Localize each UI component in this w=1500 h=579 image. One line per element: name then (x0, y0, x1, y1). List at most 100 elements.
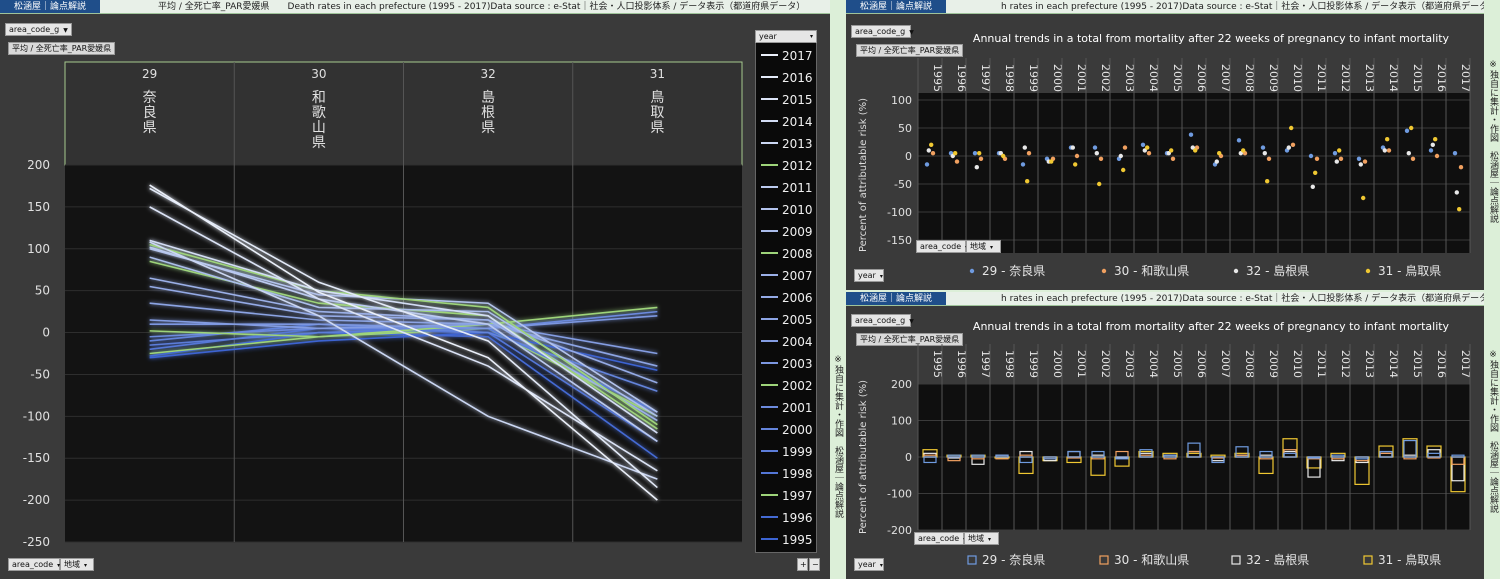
data-point[interactable] (1457, 207, 1462, 212)
data-point[interactable] (953, 151, 958, 156)
zoom-in-button[interactable]: + (797, 558, 808, 571)
legend-item[interactable]: 2012 (782, 159, 813, 173)
data-point[interactable] (1073, 162, 1078, 167)
data-point[interactable] (1140, 142, 1146, 147)
data-point[interactable] (1074, 153, 1080, 159)
legend-item[interactable]: 2000 (782, 423, 813, 437)
data-point[interactable] (1406, 151, 1411, 156)
data-point[interactable] (1145, 145, 1150, 150)
data-point[interactable] (1122, 145, 1128, 150)
legend-item[interactable]: 1995 (782, 533, 813, 547)
data-point[interactable] (1188, 132, 1194, 137)
legend-item[interactable]: 1996 (782, 511, 813, 525)
data-point[interactable] (1236, 138, 1242, 143)
data-point[interactable] (1410, 156, 1416, 161)
legend-item[interactable]: 2009 (782, 225, 813, 239)
legend-item[interactable]: 29 - 奈良県 (982, 263, 1045, 278)
legend-item[interactable]: 2005 (782, 313, 813, 327)
legend-item[interactable]: 2001 (782, 401, 813, 415)
data-point[interactable] (978, 156, 984, 161)
legend-item[interactable]: 29 - 奈良県 (982, 552, 1045, 567)
data-point[interactable] (1121, 167, 1126, 173)
legend-item[interactable]: 2016 (782, 71, 813, 85)
data-point[interactable] (1454, 190, 1459, 195)
data-point[interactable] (1170, 156, 1176, 161)
data-point[interactable] (1262, 151, 1267, 156)
data-point[interactable] (1386, 148, 1392, 153)
legend-item[interactable]: 32 - 島根県 (1246, 552, 1309, 567)
legend-item[interactable]: 2010 (782, 203, 813, 217)
data-point[interactable] (1241, 148, 1246, 153)
data-point[interactable] (1286, 145, 1291, 150)
legend-item[interactable]: 2002 (782, 379, 813, 393)
data-point[interactable] (1001, 153, 1006, 159)
year-dropdown[interactable]: year ▾ (854, 558, 884, 571)
data-point[interactable] (1070, 145, 1075, 150)
data-point[interactable] (1193, 148, 1198, 153)
data-point[interactable] (1385, 137, 1390, 142)
data-point[interactable] (1266, 156, 1272, 161)
data-point[interactable] (972, 151, 978, 156)
data-point[interactable] (929, 142, 934, 147)
data-point[interactable] (1020, 162, 1026, 167)
data-point[interactable] (1290, 142, 1296, 147)
data-point[interactable] (1169, 148, 1174, 153)
data-point[interactable] (1404, 128, 1410, 133)
region-dropdown[interactable]: 地域 ▾ (60, 558, 94, 571)
legend-item[interactable]: 1998 (782, 467, 813, 481)
data-point[interactable] (977, 151, 982, 156)
data-point[interactable] (1428, 148, 1434, 153)
data-point[interactable] (1025, 179, 1030, 184)
year-legend-dropdown[interactable]: year ▾ (755, 30, 817, 43)
legend-item[interactable]: 2003 (782, 357, 813, 371)
data-point[interactable] (1356, 156, 1362, 161)
data-point[interactable] (1146, 151, 1152, 156)
data-point[interactable] (1265, 179, 1270, 184)
data-point[interactable] (1214, 159, 1219, 164)
data-point[interactable] (1314, 156, 1320, 161)
legend-item[interactable]: 31 - 鳥取県 (1378, 552, 1441, 567)
legend-item[interactable]: 2007 (782, 269, 813, 283)
legend-item[interactable]: 2008 (782, 247, 813, 261)
data-point[interactable] (930, 151, 936, 156)
area-code-dropdown[interactable]: area_code▾ (916, 240, 968, 253)
data-point[interactable] (1382, 148, 1387, 153)
legend-item[interactable]: 30 - 和歌山県 (1114, 263, 1189, 278)
legend-item[interactable]: 2017 (782, 49, 813, 63)
data-point[interactable] (1313, 170, 1318, 175)
bar[interactable] (1307, 456, 1321, 459)
data-point[interactable] (954, 159, 960, 164)
data-point[interactable] (1289, 125, 1294, 131)
year-dropdown[interactable]: year ▾ (854, 269, 884, 282)
data-point[interactable] (1452, 151, 1458, 156)
legend-item[interactable]: 2004 (782, 335, 813, 349)
legend-item[interactable]: 2006 (782, 291, 813, 305)
data-point[interactable] (1338, 156, 1344, 161)
data-point[interactable] (1337, 148, 1342, 153)
region-dropdown[interactable]: 地域 ▾ (964, 532, 999, 545)
data-point[interactable] (1358, 162, 1363, 167)
legend-item[interactable]: 2015 (782, 93, 813, 107)
data-point[interactable] (924, 162, 930, 167)
data-point[interactable] (1433, 137, 1438, 142)
legend-item[interactable]: 30 - 和歌山県 (1114, 552, 1189, 567)
data-point[interactable] (1217, 151, 1222, 156)
legend-item[interactable]: 2013 (782, 137, 813, 151)
data-point[interactable] (1332, 151, 1338, 156)
data-point[interactable] (1409, 125, 1414, 131)
data-point[interactable] (1334, 159, 1339, 164)
area-code-dropdown[interactable]: area_code▾ (8, 558, 60, 571)
data-point[interactable] (1430, 142, 1435, 147)
area-code-dropdown[interactable]: area_code▾ (914, 532, 966, 545)
data-point[interactable] (1026, 151, 1032, 156)
legend-item[interactable]: 31 - 鳥取県 (1378, 263, 1441, 278)
data-point[interactable] (926, 148, 931, 153)
legend-item[interactable]: 2011 (782, 181, 813, 195)
data-point[interactable] (1260, 145, 1266, 150)
legend-item[interactable]: 1997 (782, 489, 813, 503)
data-point[interactable] (1310, 184, 1315, 189)
data-point[interactable] (1362, 159, 1368, 164)
data-point[interactable] (1092, 145, 1098, 150)
data-point[interactable] (1434, 153, 1440, 159)
zoom-out-button[interactable]: − (809, 558, 820, 571)
